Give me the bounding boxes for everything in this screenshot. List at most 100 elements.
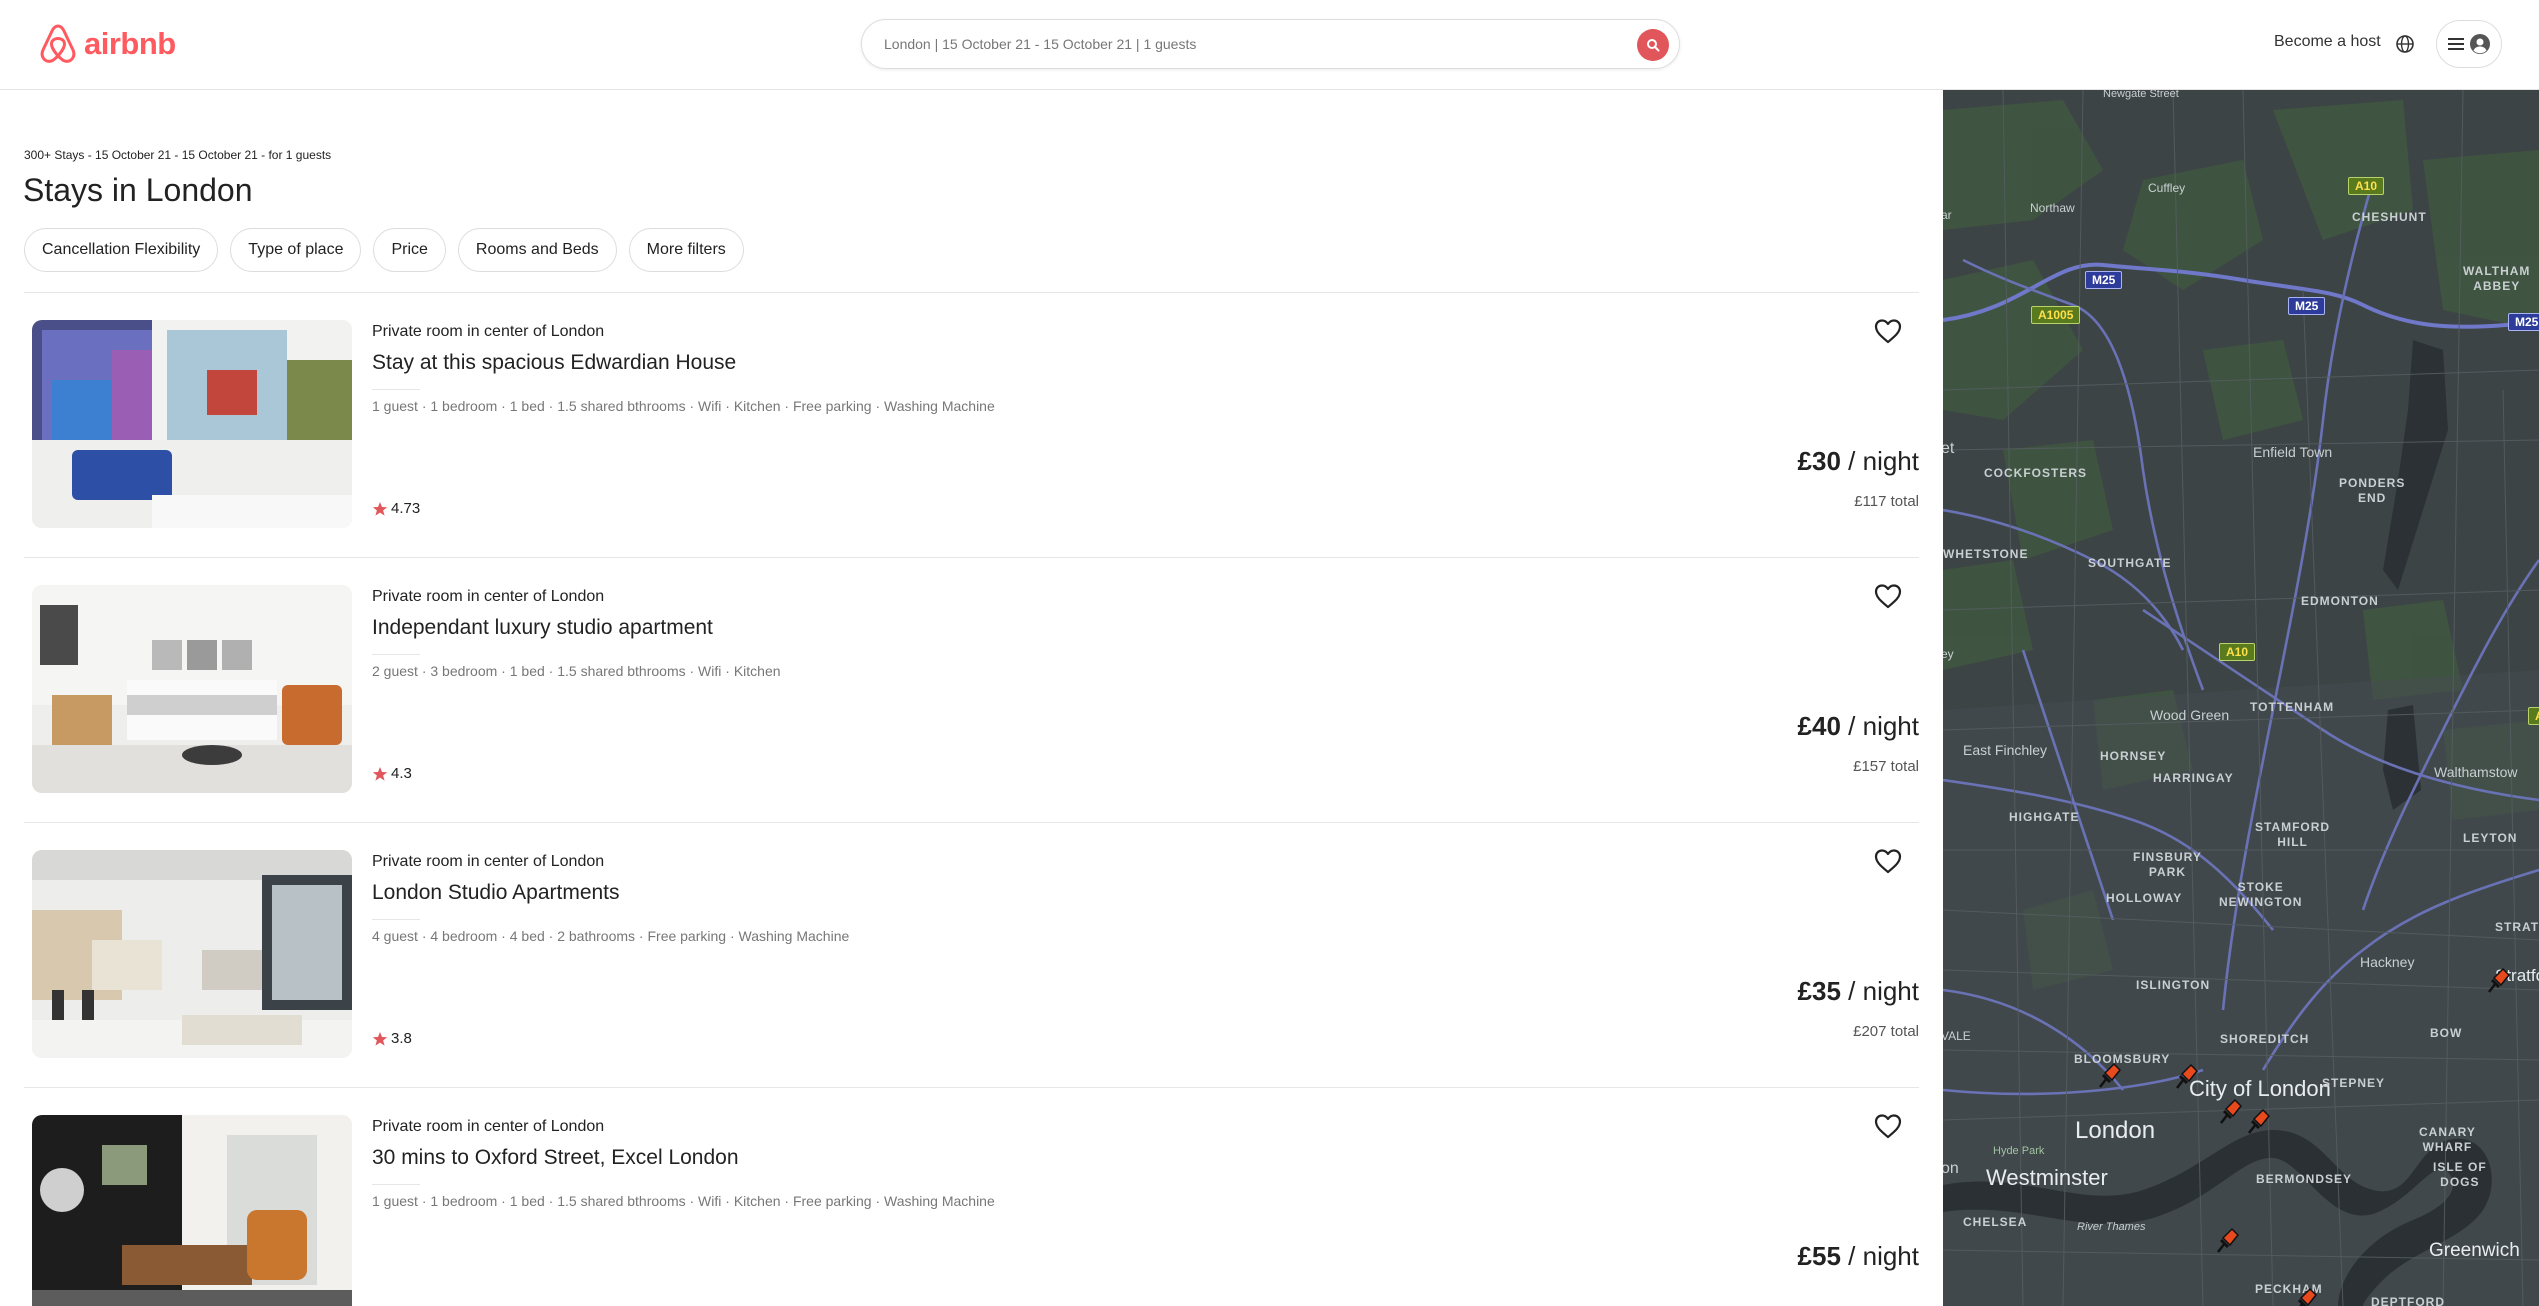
map-label: ar	[1943, 208, 1952, 222]
map-label: PONDERS END	[2339, 476, 2406, 505]
map-label: WALTHAM ABBEY	[2463, 264, 2531, 293]
map-label: CHESHUNT	[2352, 210, 2427, 224]
map-label: Cuffley	[2148, 181, 2186, 195]
heart-icon[interactable]	[1874, 848, 1902, 874]
map-pin-icon[interactable]	[2483, 966, 2513, 996]
listing-card[interactable]: Private room in center of London 30 mins…	[24, 1088, 1919, 1306]
listing-photo[interactable]	[32, 320, 352, 528]
map-label: Wood Green	[2150, 707, 2230, 723]
map-label: ey	[1943, 647, 1954, 661]
map-label: SOUTHGATE	[2088, 556, 2172, 570]
map-label: Northaw	[2030, 201, 2075, 215]
map-label: HORNSEY	[2100, 749, 2167, 763]
map-pin-icon[interactable]	[2290, 1286, 2320, 1306]
road-a10-badge: A10	[2348, 177, 2385, 195]
road-a-badge: A	[2528, 707, 2539, 725]
listings-list: Private room in center of London Stay at…	[24, 293, 1919, 1306]
listing-subtitle: Private room in center of London	[372, 853, 605, 870]
map-label: CANARY WHARF	[2419, 1125, 2476, 1154]
road-a1005-badge: A1005	[2031, 306, 2081, 324]
search-bar[interactable]: London | 15 October 21 - 15 October 21 |…	[861, 19, 1680, 69]
listing-price: £55 / night	[1798, 1241, 1919, 1272]
search-icon	[1647, 39, 1660, 52]
price-unit: / night	[1840, 446, 1919, 476]
listing-amenities: 1 guest · 1 bedroom · 1 bed · 1.5 shared…	[372, 1193, 995, 1209]
listings-panel: 300+ Stays - 15 October 21 - 15 October …	[0, 90, 1942, 1306]
listing-card[interactable]: Private room in center of London Stay at…	[24, 293, 1919, 558]
road-m25-badge: M25	[2085, 271, 2123, 289]
map-label: EDMONTON	[2301, 594, 2379, 608]
heart-icon[interactable]	[1874, 1113, 1902, 1139]
map-label: Greenwich	[2429, 1240, 2520, 1261]
listing-price: £30 / night	[1798, 446, 1919, 477]
map-panel[interactable]: A10 M25 M25 M25 A1005 A10 A Newgate Stre…	[1943, 90, 2539, 1306]
map-label: on	[1943, 1160, 1959, 1177]
heart-icon[interactable]	[1874, 583, 1902, 609]
map-pin-icon[interactable]	[2171, 1062, 2201, 1092]
filter-price[interactable]: Price	[373, 228, 446, 272]
airbnb-logo[interactable]: airbnb	[38, 22, 176, 66]
map-pin-icon[interactable]	[2212, 1226, 2242, 1256]
map-label: ISLINGTON	[2136, 978, 2211, 992]
filter-more-filters[interactable]: More filters	[628, 228, 744, 272]
map-label: Walthamstow	[2434, 764, 2518, 780]
filter-cancellation-flexibility[interactable]: Cancellation Flexibility	[24, 228, 219, 272]
star-icon	[372, 501, 388, 516]
hamburger-icon	[2448, 38, 2464, 50]
price-unit: / night	[1840, 976, 1919, 1006]
listing-total: £117 total	[1854, 493, 1919, 510]
price-amount: £35	[1797, 976, 1841, 1006]
listing-card[interactable]: Private room in center of London London …	[24, 823, 1919, 1088]
apartment-photo-image	[32, 850, 352, 1058]
top-navbar: airbnb London | 15 October 21 - 15 Octob…	[0, 0, 2539, 90]
map-label: STOKE NEWINGTON	[2219, 880, 2303, 909]
map-label: BERMONDSEY	[2256, 1172, 2353, 1186]
map-pin-icon[interactable]	[2094, 1061, 2124, 1091]
listing-photo[interactable]	[32, 585, 352, 793]
price-amount: £30	[1797, 446, 1841, 476]
map-label: LEYTON	[2463, 831, 2518, 845]
listing-title[interactable]: Stay at this spacious Edwardian House	[372, 351, 736, 375]
bedroom-photo-image	[32, 320, 352, 528]
map-label: STEPNEY	[2322, 1076, 2386, 1090]
map-label: City of London	[2189, 1076, 2331, 1101]
listing-photo[interactable]	[32, 1115, 352, 1306]
rating-value: 3.8	[391, 1030, 412, 1047]
listing-card[interactable]: Private room in center of London Indepen…	[24, 558, 1919, 823]
map-label: Newgate Street	[2103, 90, 2179, 100]
map-label: STAMFORD HILL	[2255, 820, 2331, 849]
living-room-photo-image	[32, 1115, 352, 1306]
listing-rating: 4.73	[372, 500, 420, 517]
map-label: BOW	[2430, 1026, 2463, 1040]
listing-amenities: 1 guest · 1 bedroom · 1 bed · 1.5 shared…	[372, 398, 995, 414]
listing-title[interactable]: 30 mins to Oxford Street, Excel London	[372, 1146, 739, 1170]
listing-total: £207 total	[1853, 1023, 1919, 1040]
user-menu-button[interactable]	[2436, 20, 2502, 68]
filter-rooms-and-beds[interactable]: Rooms and Beds	[457, 228, 617, 272]
listing-price: £35 / night	[1798, 976, 1919, 1007]
search-summary-text: London | 15 October 21 - 15 October 21 |…	[884, 36, 1197, 52]
become-host-link[interactable]: Become a host	[2274, 33, 2381, 51]
title-divider	[372, 654, 420, 655]
listing-amenities: 2 guest · 3 bedroom · 1 bed · 1.5 shared…	[372, 663, 781, 679]
star-icon	[372, 766, 388, 781]
map-label: HOLLOWAY	[2106, 891, 2183, 905]
studio-photo-image	[32, 585, 352, 793]
map-pin-icon[interactable]	[2243, 1107, 2273, 1137]
listing-subtitle: Private room in center of London	[372, 588, 605, 605]
listing-photo[interactable]	[32, 850, 352, 1058]
map-label: ISLE OF DOGS	[2433, 1160, 2487, 1189]
search-button[interactable]	[1637, 29, 1669, 61]
heart-icon[interactable]	[1874, 318, 1902, 344]
map-label: Enfield Town	[2253, 444, 2333, 460]
map-label: Hyde Park	[1993, 1145, 2045, 1157]
map-label: HARRINGAY	[2153, 771, 2234, 785]
listing-title[interactable]: Independant luxury studio apartment	[372, 616, 713, 640]
map-label: River Thames	[2077, 1221, 2146, 1233]
globe-icon[interactable]	[2394, 33, 2416, 55]
filter-type-of-place[interactable]: Type of place	[230, 228, 362, 272]
title-divider	[372, 1184, 420, 1185]
listing-title[interactable]: London Studio Apartments	[372, 881, 620, 905]
title-divider	[372, 389, 420, 390]
map-pin-icon[interactable]	[2215, 1097, 2245, 1127]
